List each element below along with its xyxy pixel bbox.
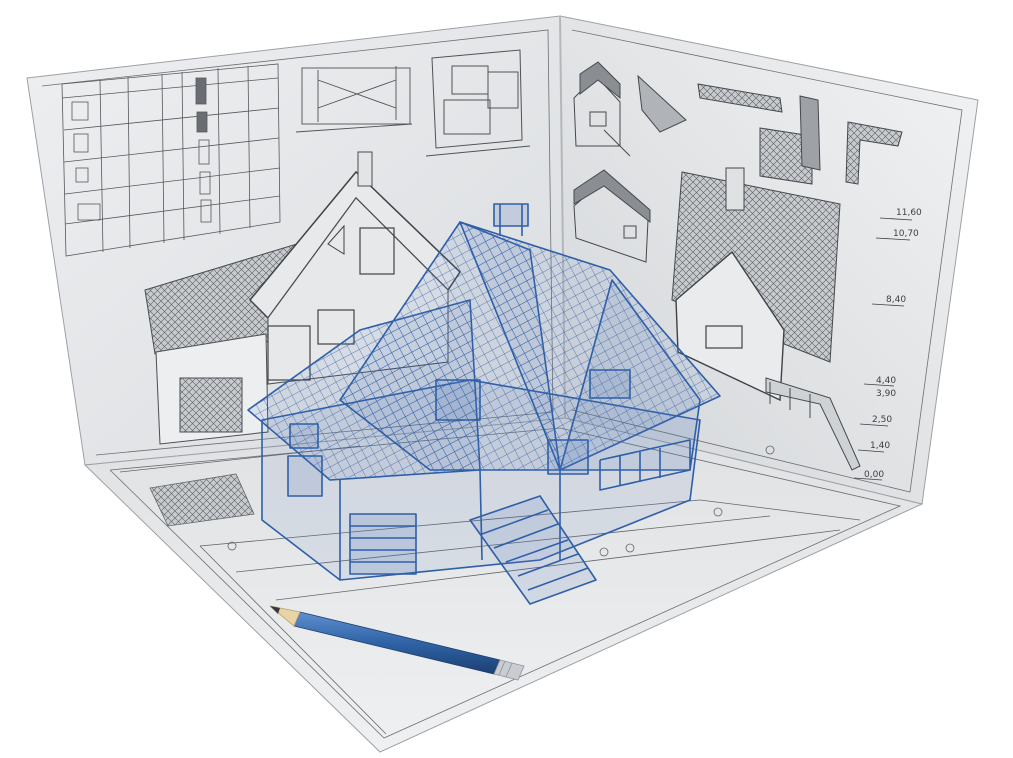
- elevation-mark-4: 4,40: [876, 376, 896, 386]
- elevation-mark-3: 8,40: [886, 295, 906, 305]
- elevation-mark-6: 2,50: [872, 415, 892, 425]
- elevation-mark-2: 10,70: [893, 229, 919, 239]
- elevation-mark-8: 0,00: [864, 470, 884, 480]
- elevation-mark-5: 3,90: [876, 389, 896, 399]
- elevation-mark-7: 1,40: [870, 441, 890, 451]
- elevation-mark-1: 11,60: [896, 208, 922, 218]
- blueprint-room-scene: 11,60 10,70 8,40 4,40 3,90 2,50 1,40 0,0…: [26, 15, 979, 753]
